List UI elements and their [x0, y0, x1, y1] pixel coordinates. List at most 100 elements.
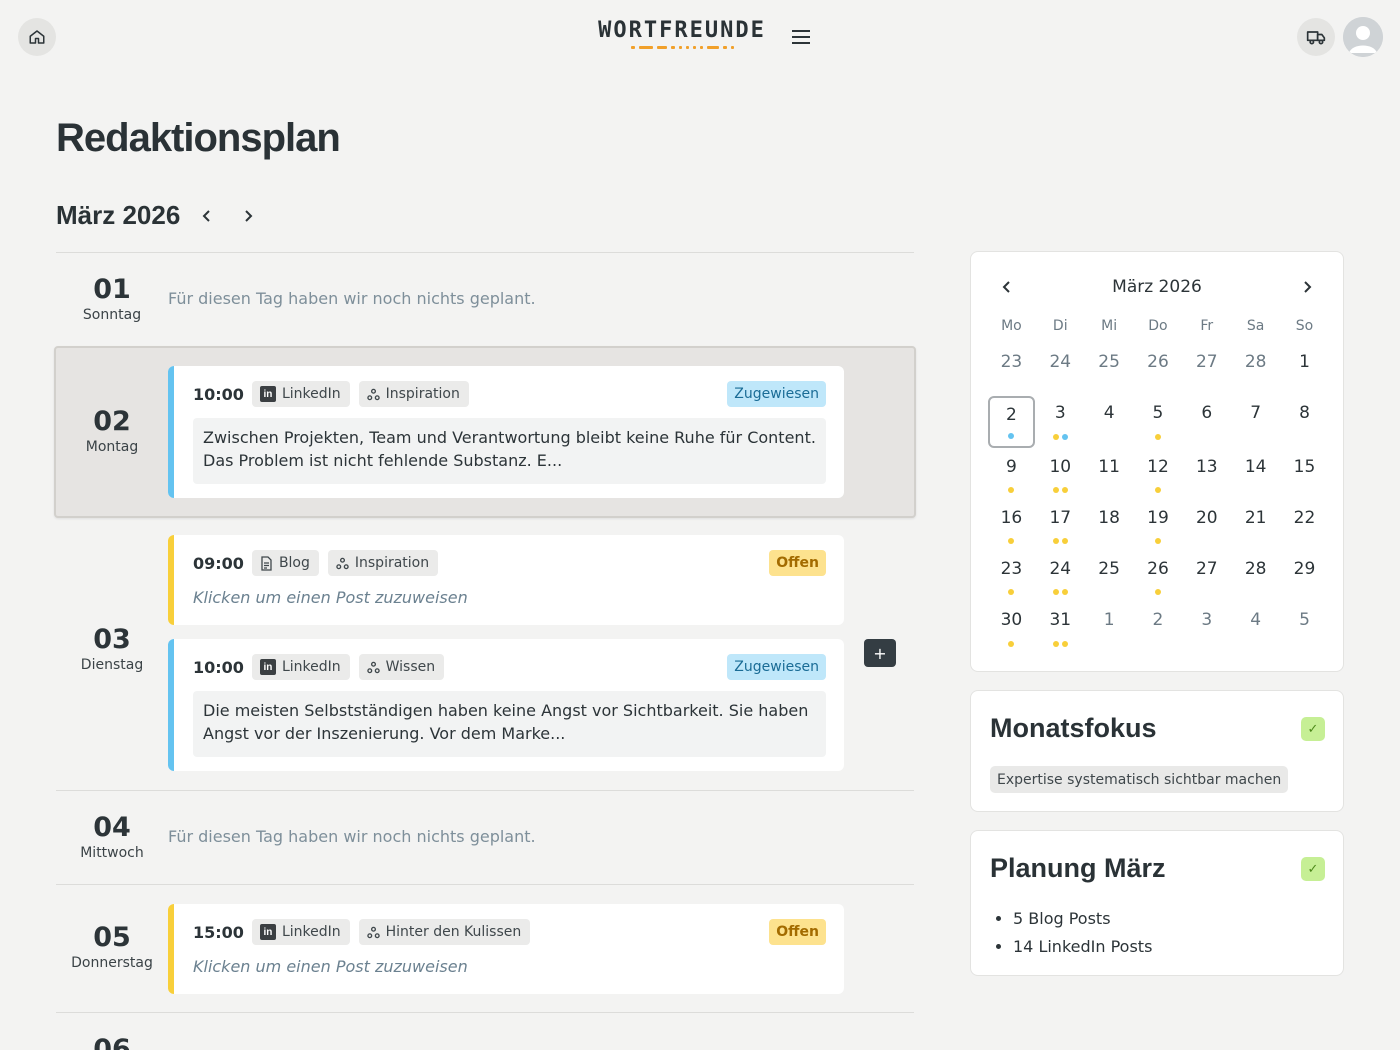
calendar-day[interactable]: 1 — [1280, 344, 1329, 395]
calendar-day[interactable]: 1 — [1085, 602, 1134, 653]
month-label: März 2026 — [56, 200, 181, 230]
mini-calendar: März 2026 Mo Di Mi Do Fr Sa So 23 24 25 26 27 28 1 2 3 4… — [970, 251, 1344, 672]
calendar-day-number: 11 — [1098, 456, 1120, 477]
post-card[interactable]: 10:00 in LinkedIn Wissen Zugewiesen Die m… — [168, 639, 844, 771]
post-card[interactable]: 15:00 in LinkedIn Hinter den Kulissen Off… — [168, 904, 844, 994]
calendar-day-number: 27 — [1195, 352, 1218, 372]
day-label: 06 — [56, 1035, 168, 1050]
post-excerpt[interactable]: Zwischen Projekten, Team und Verantwortu… — [193, 418, 826, 484]
check-icon[interactable]: ✓ — [1301, 717, 1325, 741]
post-dot — [1061, 589, 1068, 596]
calendar-day[interactable]: 15 — [1280, 449, 1329, 500]
post-indicator — [1036, 486, 1085, 493]
calendar-day-number: 26 — [1147, 352, 1169, 372]
post-dot — [1061, 538, 1068, 545]
calendar-day[interactable]: 23 — [987, 344, 1036, 395]
calendar-day[interactable]: 24 — [1036, 551, 1085, 602]
calendar-day[interactable]: 7 — [1231, 395, 1280, 446]
calendar-day[interactable]: 3 — [1036, 395, 1085, 446]
calendar-day[interactable]: 28 — [1231, 344, 1280, 395]
post-dot — [1154, 538, 1161, 545]
calendar-day[interactable]: 24 — [1036, 344, 1085, 395]
calendar-day[interactable]: 13 — [1182, 449, 1231, 500]
calendar-day[interactable]: 30 — [987, 602, 1036, 653]
calendar-day-number: 5 — [1299, 610, 1310, 631]
post-dot — [1052, 433, 1059, 440]
chevron-left-icon — [1002, 281, 1010, 293]
calendar-day[interactable]: 19 — [1134, 500, 1183, 551]
calendar-day[interactable]: 8 — [1280, 395, 1329, 446]
assign-post-link[interactable]: Klicken um einen Post zuzuweisen — [193, 588, 468, 607]
post-dot — [1052, 589, 1059, 596]
channel-tag: Blog — [251, 550, 319, 576]
logo-underline — [587, 46, 777, 49]
day-label: 02 Montag — [56, 407, 168, 456]
day-number: 05 — [93, 922, 131, 953]
prev-month-button[interactable] — [192, 201, 222, 231]
post-indicator — [987, 589, 1036, 596]
calendar-title: März 2026 — [1112, 277, 1202, 297]
calendar-day[interactable]: 5 — [1280, 602, 1329, 653]
calendar-day-number: 28 — [1244, 559, 1267, 580]
calendar-day[interactable]: 2 — [1134, 602, 1183, 653]
calendar-day[interactable]: 26 — [1134, 344, 1183, 395]
status-badge: Offen — [769, 550, 826, 576]
weekday-header: Mo — [1001, 318, 1022, 334]
calendar-day[interactable]: 23 — [987, 551, 1036, 602]
post-excerpt[interactable]: Die meisten Selbstständigen haben keine … — [193, 691, 826, 757]
calendar-day[interactable]: 21 — [1231, 500, 1280, 551]
calendar-day[interactable]: 20 — [1182, 500, 1231, 551]
add-post-button[interactable]: + — [864, 639, 896, 667]
calendar-day[interactable]: 3 — [1182, 602, 1231, 653]
assign-post-link[interactable]: Klicken um einen Post zuzuweisen — [193, 957, 468, 976]
home-button[interactable] — [18, 18, 56, 56]
menu-icon[interactable] — [790, 26, 812, 48]
linkedin-icon: in — [259, 924, 276, 940]
calendar-day[interactable]: 27 — [1182, 551, 1231, 602]
check-icon[interactable]: ✓ — [1301, 857, 1325, 881]
calendar-day[interactable]: 14 — [1231, 449, 1280, 500]
logo[interactable]: WORTFREUNDE — [587, 18, 777, 49]
calendar-day[interactable]: 12 — [1134, 449, 1183, 500]
weekday-header: Mi — [1101, 318, 1118, 334]
day-row-selected[interactable]: 02 Montag 10:00 in LinkedIn Inspiration Z… — [54, 346, 916, 518]
calendar-day[interactable]: 18 — [1085, 500, 1134, 551]
calendar-day[interactable]: 9 — [987, 449, 1036, 500]
calendar-day[interactable]: 22 — [1280, 500, 1329, 551]
post-time: 10:00 — [193, 384, 244, 404]
calendar-day[interactable]: 6 — [1182, 395, 1231, 446]
post-card[interactable]: 10:00 in LinkedIn Inspiration Zugewiesen … — [168, 366, 844, 498]
post-dot — [1154, 589, 1161, 596]
calendar-day[interactable]: 16 — [987, 500, 1036, 551]
calendar-day[interactable]: 5 — [1134, 395, 1183, 446]
calendar-day[interactable]: 4 — [1085, 395, 1134, 446]
calendar-day[interactable]: 26 — [1134, 551, 1183, 602]
calendar-next-button[interactable] — [1293, 275, 1321, 299]
logo-text: WORTFREUNDE — [598, 18, 766, 43]
focus-title: Monatsfokus — [990, 713, 1157, 743]
calendar-day-selected[interactable]: 2 — [988, 396, 1035, 448]
calendar-day-number: 3 — [1054, 403, 1066, 424]
post-time: 10:00 — [193, 657, 244, 677]
next-month-button[interactable] — [233, 201, 263, 231]
calendar-day-number: 23 — [1000, 559, 1023, 580]
avatar[interactable] — [1343, 17, 1383, 57]
calendar-day[interactable]: 17 — [1036, 500, 1085, 551]
calendar-day[interactable]: 25 — [1085, 344, 1134, 395]
category-icon — [366, 926, 380, 938]
calendar-day-number: 14 — [1244, 456, 1267, 477]
calendar-day-number: 8 — [1299, 403, 1310, 424]
delivery-button[interactable] — [1297, 18, 1335, 56]
calendar-day[interactable]: 4 — [1231, 602, 1280, 653]
calendar-day[interactable]: 25 — [1085, 551, 1134, 602]
status-bar — [168, 366, 174, 498]
calendar-day[interactable]: 29 — [1280, 551, 1329, 602]
post-card[interactable]: 09:00 Blog Inspiration Offen Klicken um … — [168, 535, 844, 625]
calendar-day[interactable]: 27 — [1182, 344, 1231, 395]
calendar-day[interactable]: 11 — [1085, 449, 1134, 500]
day-row: 05 Donnerstag 15:00 in LinkedIn Hinter de… — [56, 884, 914, 1012]
calendar-prev-button[interactable] — [993, 275, 1021, 299]
calendar-day[interactable]: 28 — [1231, 551, 1280, 602]
calendar-day[interactable]: 10 — [1036, 449, 1085, 500]
calendar-day[interactable]: 31 — [1036, 602, 1085, 653]
